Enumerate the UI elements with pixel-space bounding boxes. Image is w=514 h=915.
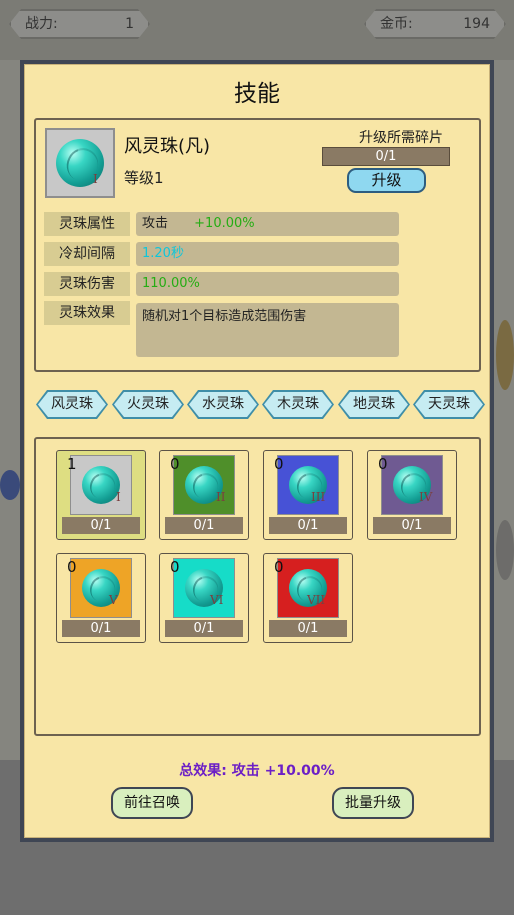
orb-count: 1 (67, 455, 77, 473)
tab-label: 天灵珠 (415, 392, 483, 417)
orb-count: 0 (170, 455, 180, 473)
tab-label: 水灵珠 (189, 392, 257, 417)
attribute-value: 攻击 +10.00% (136, 212, 399, 236)
dialog-title: 技能 (234, 81, 280, 107)
orb-count: 0 (170, 558, 180, 576)
damage-value: 110.00% (142, 276, 200, 291)
tab-earth-orb[interactable]: 地灵珠 (338, 390, 410, 419)
damage-label: 灵珠伤害 (44, 272, 130, 296)
gold-display: 金币: 194 (364, 9, 506, 39)
effect-label: 灵珠效果 (44, 301, 130, 325)
attribute-key: 攻击 (142, 216, 169, 231)
effect-description: 随机对1个目标造成范围伤害 (136, 303, 399, 357)
orb-cell[interactable]: III 0 0/1 (263, 450, 353, 540)
attribute-bonus: +10.00% (194, 216, 255, 231)
orb-cell[interactable]: VII 0 0/1 (263, 553, 353, 643)
orb-count: 0 (378, 455, 388, 473)
enemy-icon (496, 520, 514, 580)
tab-heaven-orb[interactable]: 天灵珠 (413, 390, 485, 419)
orb-progress-bar: 0/1 (62, 517, 140, 534)
orb-level: 等级1 (124, 169, 164, 187)
orb-progress-bar: 0/1 (269, 517, 347, 534)
fragment-progress-bar: 0/1 (322, 147, 450, 166)
orb-info-panel: I 风灵珠(凡) 等级1 升级所需碎片 0/1 升级 灵珠属性 攻击 +10.0… (34, 118, 481, 372)
orb-progress-bar: 0/1 (165, 517, 243, 534)
tab-label: 风灵珠 (38, 392, 106, 417)
orb-name: 风灵珠(凡) (124, 136, 211, 157)
orb-tier-numeral: VI (210, 593, 224, 607)
power-value: 1 (125, 16, 134, 32)
attribute-label: 灵珠属性 (44, 212, 130, 236)
tab-fire-orb[interactable]: 火灵珠 (112, 390, 184, 419)
damage-value-box: 110.00% (136, 272, 399, 296)
orb-cell[interactable]: IV 0 0/1 (367, 450, 457, 540)
orb-grid-panel: I 1 0/1 II 0 0/1 III 0 0/1 IV 0 0/1 V 0 … (34, 437, 481, 736)
tab-water-orb[interactable]: 水灵珠 (187, 390, 259, 419)
orb-tier-numeral: III (311, 490, 326, 504)
cooldown-value: 1.20秒 (142, 246, 184, 261)
go-summon-button[interactable]: 前往召唤 (111, 787, 193, 819)
orb-progress-bar: 0/1 (373, 517, 451, 534)
cooldown-value-box: 1.20秒 (136, 242, 399, 266)
orb-cell[interactable]: II 0 0/1 (159, 450, 249, 540)
tab-label: 火灵珠 (114, 392, 182, 417)
orb-tier-numeral: VII (307, 593, 326, 607)
enemy-icon (496, 320, 514, 390)
orb-tier-numeral: II (216, 490, 226, 504)
orb-progress-bar: 0/1 (165, 620, 243, 637)
power-label: 战力: (25, 16, 58, 32)
orb-tier-numeral: I (93, 172, 98, 186)
power-display: 战力: 1 (9, 9, 150, 39)
orb-cell-image: VII (277, 558, 339, 618)
orb-cell-image: I (70, 455, 132, 515)
cooldown-label: 冷却间隔 (44, 242, 130, 266)
orb-progress-bar: 0/1 (62, 620, 140, 637)
orb-cell[interactable]: V 0 0/1 (56, 553, 146, 643)
orb-cell-image: IV (381, 455, 443, 515)
orb-count: 0 (274, 558, 284, 576)
orb-cell[interactable]: VI 0 0/1 (159, 553, 249, 643)
skill-dialog: 技能 I 风灵珠(凡) 等级1 升级所需碎片 0/1 升级 灵珠属性 攻击 +1… (20, 60, 494, 842)
tab-label: 地灵珠 (340, 392, 408, 417)
orb-cell-image: V (70, 558, 132, 618)
orb-cell-image: III (277, 455, 339, 515)
orb-tier-numeral: IV (419, 490, 433, 504)
orb-tier-numeral: I (116, 490, 121, 504)
tab-label: 木灵珠 (264, 392, 332, 417)
orb-cell-image: II (173, 455, 235, 515)
total-effect: 总效果: 攻击 +10.00% (179, 763, 335, 779)
orb-count: 0 (67, 558, 77, 576)
enemy-icon (0, 470, 20, 500)
orb-cell[interactable]: I 1 0/1 (56, 450, 146, 540)
orb-count: 0 (274, 455, 284, 473)
selected-orb-image: I (45, 128, 115, 198)
batch-upgrade-button[interactable]: 批量升级 (332, 787, 414, 819)
orb-tier-numeral: V (109, 593, 118, 607)
gold-label: 金币: (380, 16, 413, 32)
tab-wood-orb[interactable]: 木灵珠 (262, 390, 334, 419)
tab-wind-orb[interactable]: 风灵珠 (36, 390, 108, 419)
orb-cell-image: VI (173, 558, 235, 618)
required-fragments-label: 升级所需碎片 (359, 130, 443, 146)
orb-progress-bar: 0/1 (269, 620, 347, 637)
orb-icon (82, 466, 120, 504)
upgrade-button[interactable]: 升级 (347, 168, 426, 193)
gold-value: 194 (463, 16, 490, 32)
